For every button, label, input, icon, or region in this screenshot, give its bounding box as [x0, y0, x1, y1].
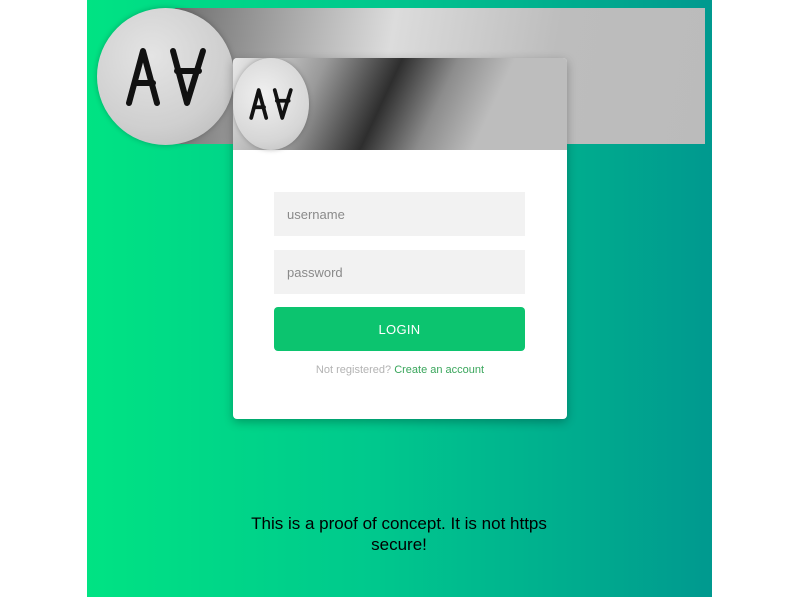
aa-monogram-icon	[125, 47, 206, 106]
login-card: LOGIN Not registered? Create an account	[233, 58, 567, 419]
aa-monogram-icon	[249, 88, 293, 120]
security-notice: This is a proof of concept. It is not ht…	[251, 514, 547, 554]
not-registered-text: Not registered?	[315, 364, 395, 376]
login-button[interactable]: LOGIN	[274, 307, 525, 351]
logo-large	[97, 8, 234, 145]
password-input[interactable]	[274, 250, 525, 294]
username-input[interactable]	[274, 192, 525, 236]
logo-small	[233, 58, 309, 150]
page-background: LOGIN Not registered? Create an account …	[87, 0, 712, 597]
create-account-link[interactable]: Create an account	[394, 364, 484, 376]
register-prompt: Not registered? Create an account	[233, 364, 567, 376]
